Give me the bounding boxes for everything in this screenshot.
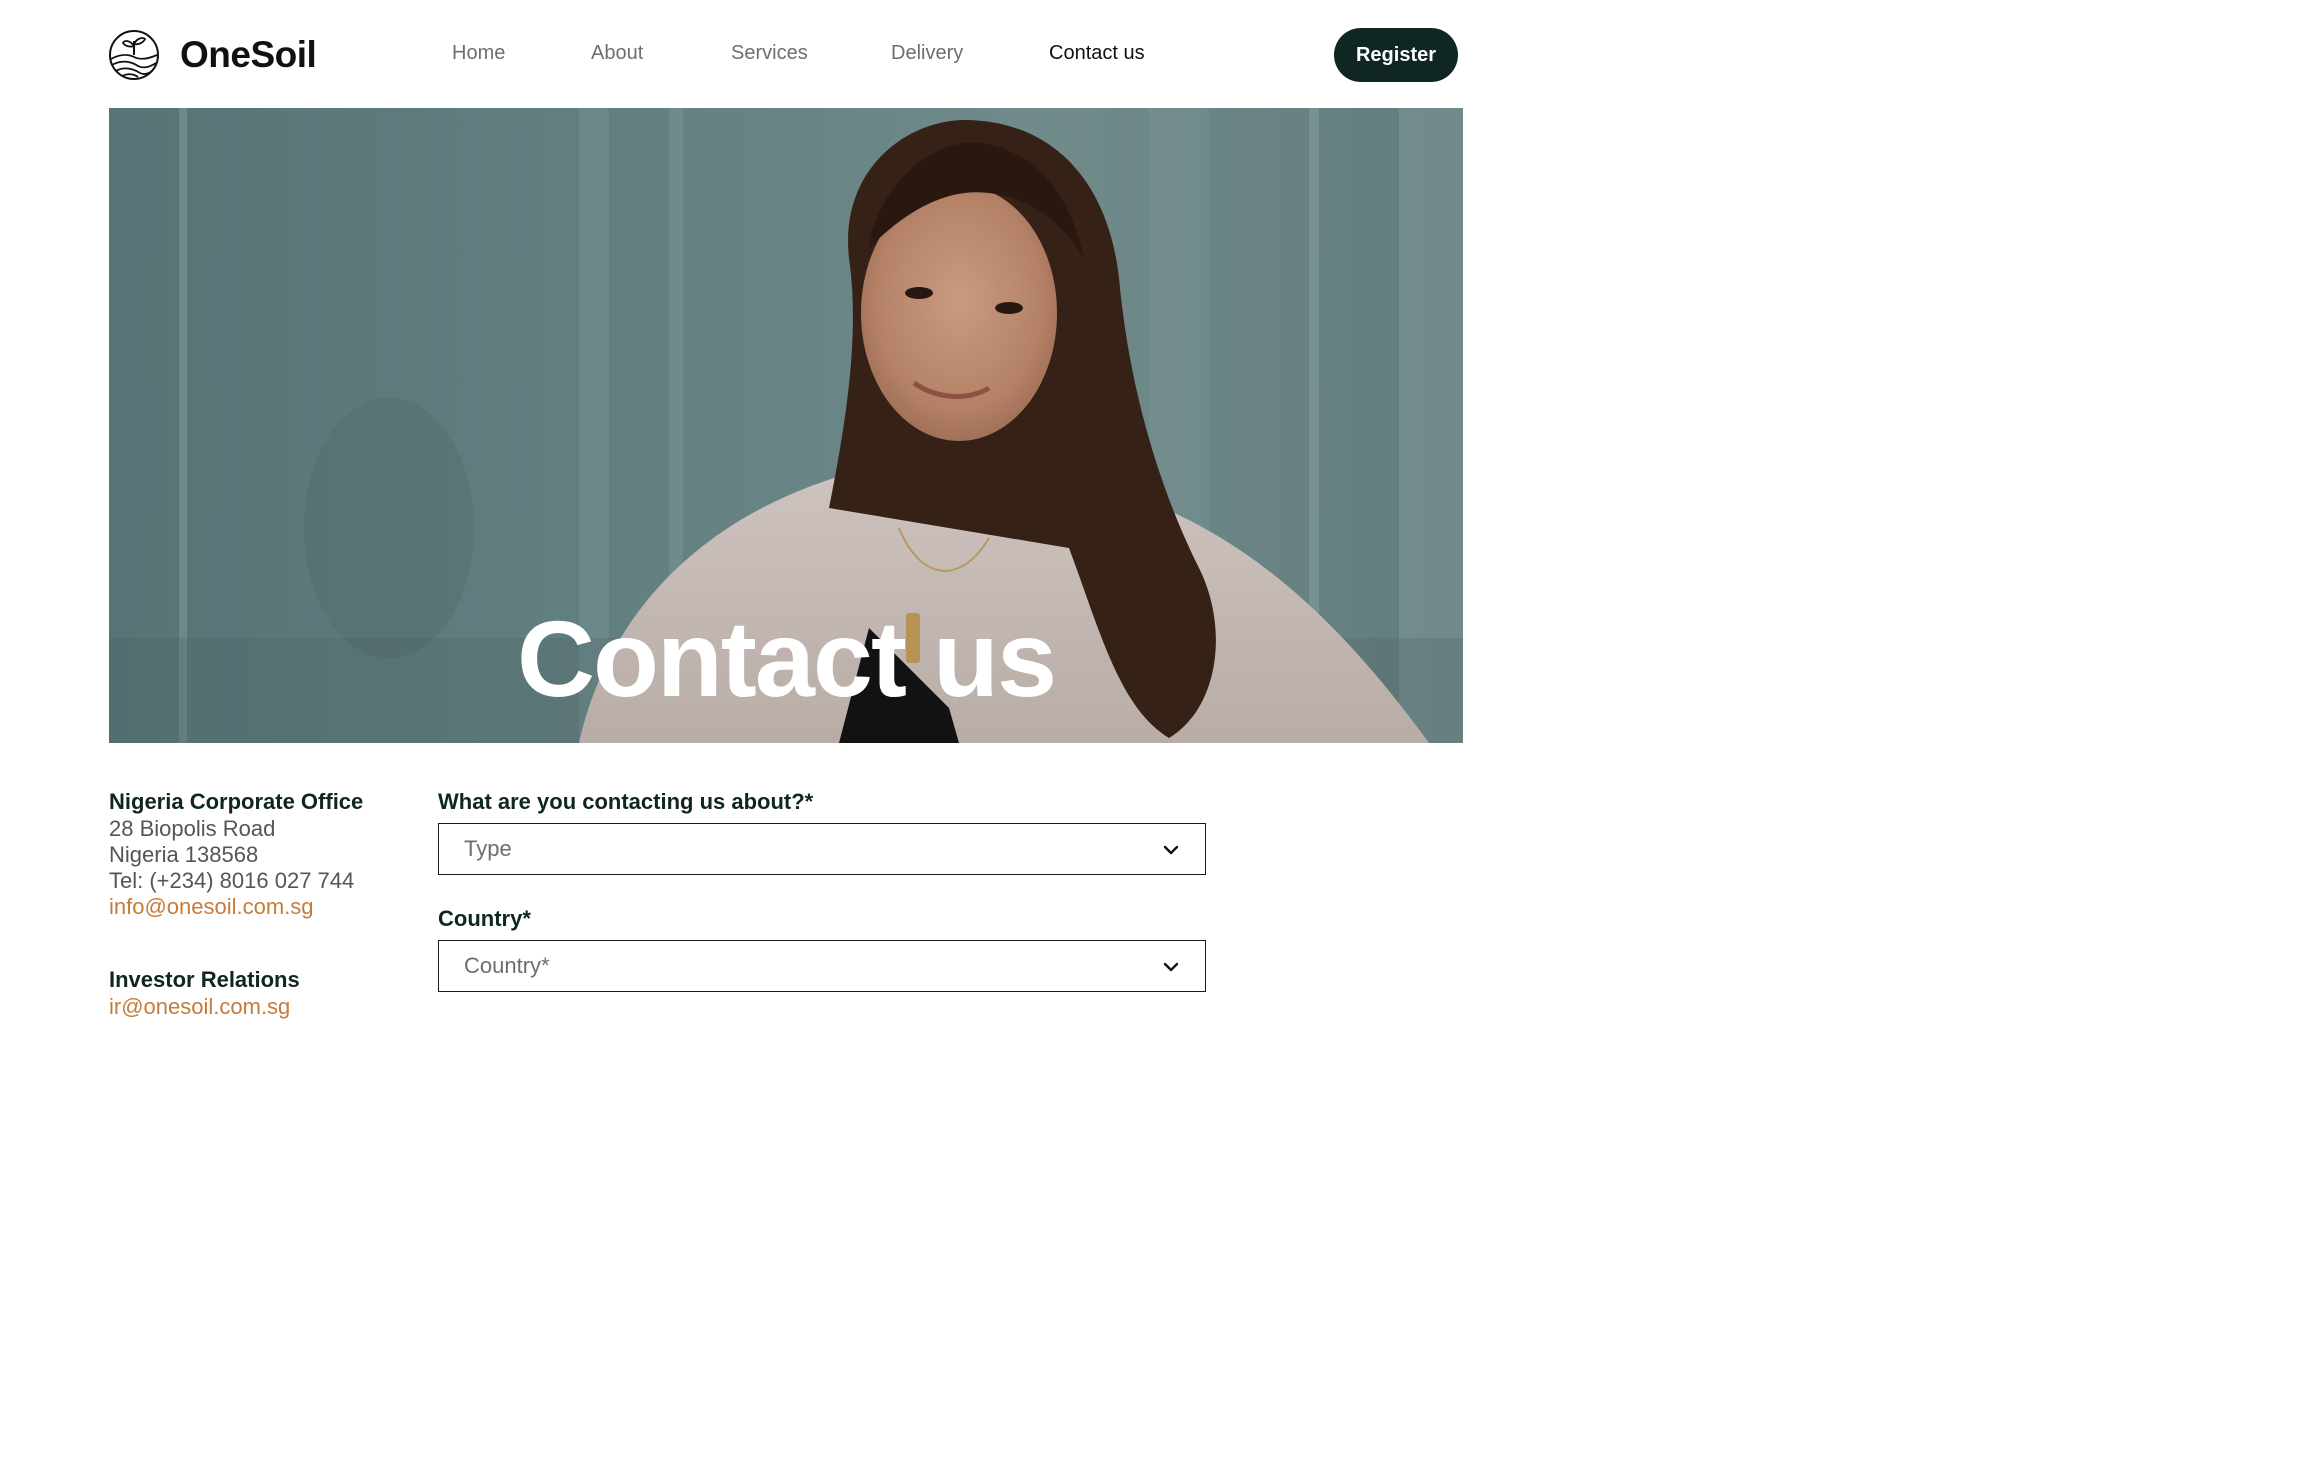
investor-title: Investor Relations (109, 967, 300, 992)
country-select-value: Country* (464, 953, 550, 978)
office-title: Nigeria Corporate Office (109, 789, 364, 814)
chevron-down-icon (1163, 962, 1179, 972)
investor-relations: Investor Relations ir@onesoil.com.sg (109, 966, 409, 1020)
office-address-line2: Nigeria 138568 (109, 842, 259, 867)
hero-title: Contact us (516, 598, 1057, 720)
country-field-group: Country* Country* (438, 905, 1206, 992)
investor-email-link[interactable]: ir@onesoil.com.sg (109, 994, 409, 1020)
office-info: Nigeria Corporate Office 28 Biopolis Roa… (109, 788, 409, 920)
country-label: Country* (438, 906, 531, 931)
nav-item-delivery[interactable]: Delivery (891, 42, 963, 65)
hero-banner: Contact us (109, 108, 1463, 743)
topic-select[interactable]: Type (438, 823, 1206, 875)
contact-form: What are you contacting us about?* Type … (438, 788, 1206, 992)
nav-item-services[interactable]: Services (731, 42, 808, 65)
site-header: OneSoil Home About Services Delivery Con… (0, 0, 1568, 108)
topic-select-value: Type (464, 836, 512, 861)
topic-label: What are you contacting us about?* (438, 789, 814, 814)
nav-item-contact-us[interactable]: Contact us (1049, 42, 1145, 65)
office-address-line1: 28 Biopolis Road (109, 816, 276, 841)
nav-item-about[interactable]: About (591, 42, 643, 65)
office-email-link[interactable]: info@onesoil.com.sg (109, 894, 409, 920)
chevron-down-icon (1163, 845, 1179, 855)
topic-field-group: What are you contacting us about?* Type (438, 788, 1206, 875)
office-phone: Tel: (+234) 8016 027 744 (109, 868, 355, 893)
nav-item-home[interactable]: Home (452, 42, 505, 65)
country-select[interactable]: Country* (438, 940, 1206, 992)
register-button[interactable]: Register (1334, 28, 1458, 82)
main-nav: Home About Services Delivery Contact us (0, 42, 1568, 70)
